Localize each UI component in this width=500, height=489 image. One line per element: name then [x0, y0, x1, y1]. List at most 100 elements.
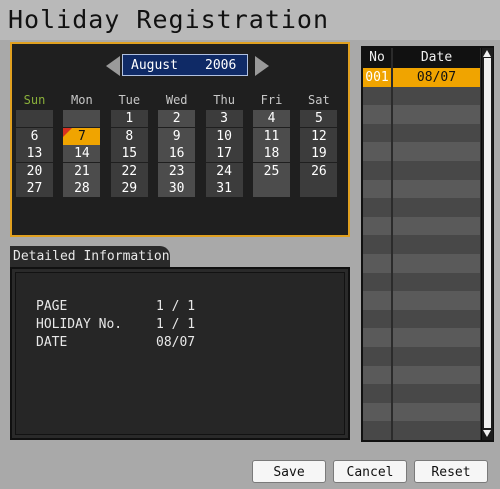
- calendar-day[interactable]: 31: [205, 180, 243, 197]
- calendar-day[interactable]: 8: [110, 127, 148, 145]
- calendar-day[interactable]: 26: [300, 162, 338, 180]
- calendar-empty-cell: [63, 110, 101, 127]
- calendar-day[interactable]: 3: [205, 110, 243, 127]
- calendar-day[interactable]: 25: [253, 162, 290, 180]
- scroll-up-arrow-icon[interactable]: [483, 50, 491, 57]
- calendar-day[interactable]: 27: [16, 180, 53, 197]
- holiday-no-cell: [363, 402, 391, 422]
- title-bar: Holiday Registration: [0, 0, 500, 40]
- calendar-day[interactable]: 24: [205, 162, 243, 180]
- holiday-list-row[interactable]: [363, 272, 480, 292]
- holiday-no-cell: [363, 272, 391, 292]
- detail-row: HOLIDAY No. 1 / 1: [36, 317, 336, 335]
- holiday-list-row[interactable]: [363, 179, 480, 199]
- holiday-list-row[interactable]: [363, 235, 480, 254]
- holiday-list-row[interactable]: [363, 161, 480, 180]
- detail-content: PAGE 1 / 1 HOLIDAY No. 1 / 1 DATE 08/07: [15, 272, 345, 435]
- list-rows: 001 08/07: [363, 68, 480, 440]
- holiday-date-cell: [393, 291, 480, 310]
- holiday-no-cell: [363, 179, 391, 199]
- calendar-day[interactable]: 18: [253, 145, 290, 162]
- calendar-day[interactable]: 11: [253, 127, 290, 145]
- next-month-arrow-icon[interactable]: [255, 56, 269, 76]
- holiday-list-row[interactable]: [363, 365, 480, 385]
- save-button[interactable]: Save: [252, 460, 326, 483]
- holiday-list-row[interactable]: [363, 402, 480, 422]
- calendar-day[interactable]: 10: [205, 127, 243, 145]
- holiday-list-row[interactable]: [363, 384, 480, 403]
- calendar-day[interactable]: 22: [110, 162, 148, 180]
- holiday-no-cell: [363, 365, 391, 385]
- calendar-day[interactable]: 9: [158, 127, 196, 145]
- reset-button[interactable]: Reset: [414, 460, 488, 483]
- calendar-day[interactable]: 19: [300, 145, 338, 162]
- holiday-date-cell: [393, 86, 480, 106]
- calendar-day[interactable]: 13: [16, 145, 53, 162]
- holiday-no-cell: [363, 105, 391, 124]
- calendar-day[interactable]: 7: [63, 127, 101, 145]
- calendar-day[interactable]: 14: [63, 145, 101, 162]
- holiday-list-row[interactable]: [363, 309, 480, 329]
- detail-row: DATE 08/07: [36, 335, 336, 353]
- detail-label: HOLIDAY No.: [36, 317, 123, 332]
- holiday-list-row[interactable]: [363, 421, 480, 440]
- calendar-day[interactable]: 29: [110, 180, 148, 197]
- holiday-date-cell: [393, 235, 480, 254]
- holiday-date-cell: [393, 216, 480, 236]
- weekday-label: Wed: [165, 93, 188, 107]
- detail-label: PAGE: [36, 299, 68, 314]
- holiday-list-row[interactable]: [363, 254, 480, 273]
- calendar-day[interactable]: 4: [253, 110, 290, 127]
- calendar-day[interactable]: 12: [300, 127, 338, 145]
- holiday-no-cell: [363, 198, 391, 217]
- calendar-empty-cell: [16, 110, 53, 127]
- list-scrollbar[interactable]: [481, 48, 493, 440]
- calendar-day[interactable]: 2: [158, 110, 196, 127]
- calendar-day[interactable]: 16: [158, 145, 196, 162]
- holiday-no-cell: [363, 347, 391, 366]
- calendar-panel: August 2006 Sun Mon Tue Wed Thu Fri Sat 123456…: [10, 42, 350, 237]
- calendar-day[interactable]: 23: [158, 162, 196, 180]
- calendar-day[interactable]: 21: [63, 162, 101, 180]
- holiday-date-cell: [393, 179, 480, 199]
- holiday-date-cell: [393, 198, 480, 217]
- calendar-day[interactable]: 28: [63, 180, 101, 197]
- holiday-date-cell: [393, 347, 480, 366]
- detail-label: DATE: [36, 335, 68, 350]
- holiday-list-row[interactable]: [363, 123, 480, 143]
- holiday-no-cell: [363, 328, 391, 347]
- calendar-day[interactable]: 5: [300, 110, 338, 127]
- holiday-list-row[interactable]: [363, 105, 480, 124]
- holiday-date-cell: 08/07: [393, 68, 480, 87]
- calendar-day[interactable]: 1: [110, 110, 148, 127]
- holiday-list-row[interactable]: [363, 347, 480, 366]
- calendar-day[interactable]: 17: [205, 145, 243, 162]
- holiday-list-row[interactable]: [363, 142, 480, 161]
- holiday-date-cell: [393, 105, 480, 124]
- holiday-no-cell: [363, 216, 391, 236]
- holiday-no-cell: [363, 123, 391, 143]
- scroll-down-arrow-icon[interactable]: [483, 430, 491, 437]
- month-year-selector[interactable]: August 2006: [122, 54, 248, 76]
- calendar-day[interactable]: 15: [110, 145, 148, 162]
- holiday-date-cell: [393, 421, 480, 440]
- holiday-list-row[interactable]: [363, 216, 480, 236]
- weekday-label: Thu: [213, 93, 235, 107]
- holiday-date-cell: [393, 272, 480, 292]
- detail-row: PAGE 1 / 1: [36, 299, 336, 317]
- prev-month-arrow-icon[interactable]: [106, 56, 120, 76]
- holiday-list-row[interactable]: [363, 291, 480, 310]
- weekday-label: Mon: [71, 93, 93, 107]
- holiday-list-row[interactable]: [363, 198, 480, 217]
- holiday-date-cell: [393, 254, 480, 273]
- scroll-track[interactable]: [484, 58, 491, 428]
- holiday-list-row[interactable]: 001 08/07: [363, 68, 480, 87]
- calendar-day[interactable]: 20: [16, 162, 53, 180]
- holiday-list-row[interactable]: [363, 86, 480, 106]
- calendar-day[interactable]: 6: [16, 127, 53, 145]
- list-header-date: Date: [393, 48, 480, 68]
- holiday-list-row[interactable]: [363, 328, 480, 347]
- cancel-button[interactable]: Cancel: [333, 460, 407, 483]
- calendar-grid: 1 2 3 4 5 6 7 8 9 10 11 12 13 14 15 16 17 18 19 20 21 22 23 24 2…: [16, 110, 348, 230]
- calendar-day[interactable]: 30: [158, 180, 196, 197]
